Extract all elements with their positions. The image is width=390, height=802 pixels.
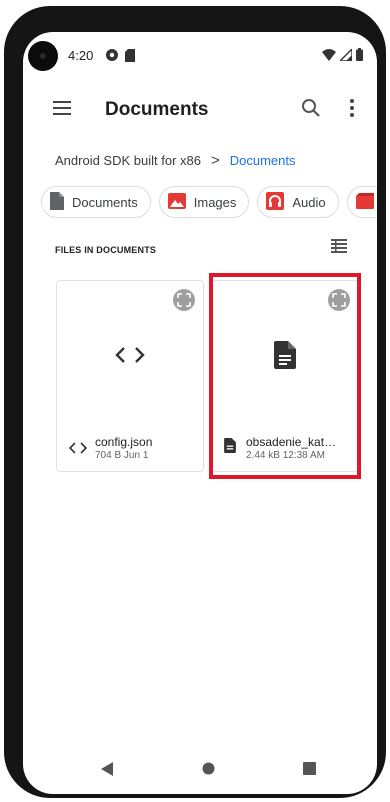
battery-icon (356, 48, 363, 66)
file-date: Jun 1 (123, 450, 149, 461)
file-info: config.json 704 B Jun 1 (68, 435, 153, 461)
screen: 4:20 Documents Android SDK built for x86… (23, 32, 377, 794)
document-icon (50, 191, 72, 213)
text-document-icon (224, 438, 236, 458)
chip-label: Audio (292, 194, 326, 210)
more-vert-icon[interactable] (341, 97, 365, 121)
file-name: config.json (95, 435, 153, 449)
chip-label: Documents (72, 194, 138, 210)
chip-documents[interactable]: Documents (41, 186, 151, 218)
home-icon[interactable] (202, 762, 215, 780)
file-card-config[interactable]: config.json 704 B Jun 1 (56, 280, 204, 472)
page-title: Documents (105, 99, 209, 120)
chip-videos[interactable]: Vi (346, 186, 377, 218)
signal-icon (338, 47, 353, 66)
system-navigation-bar (23, 748, 377, 794)
audio-icon (266, 191, 292, 213)
file-name: obsadenie_kat… (246, 435, 337, 449)
recents-icon[interactable] (303, 762, 316, 780)
search-icon[interactable] (300, 97, 324, 121)
app-bar: Documents (23, 88, 377, 132)
file-card-obsadenie[interactable]: obsadenie_kat… 2.44 kB 12:38 AM (211, 280, 359, 472)
code-icon (68, 441, 88, 459)
device-frame: 4:20 Documents Android SDK built for x86… (4, 6, 386, 798)
status-bar: 4:20 (23, 32, 377, 78)
breadcrumb: Android SDK built for x86 > Documents (55, 150, 295, 170)
status-left-icons (105, 48, 135, 67)
expand-preview-icon[interactable] (328, 289, 350, 311)
file-thumbnail (57, 337, 203, 377)
wifi-icon (322, 48, 336, 66)
list-view-icon[interactable] (331, 239, 351, 257)
text-document-icon (274, 340, 296, 374)
file-info: obsadenie_kat… 2.44 kB 12:38 AM (224, 435, 336, 461)
status-right-icons (322, 47, 363, 66)
chip-images[interactable]: Images (158, 186, 250, 218)
breadcrumb-root[interactable]: Android SDK built for x86 (55, 153, 201, 168)
chip-label: Images (193, 194, 237, 210)
section-header: FILES IN DOCUMENTS (55, 245, 157, 255)
expand-preview-icon[interactable] (173, 289, 195, 311)
file-meta: 704 B Jun 1 (95, 450, 152, 461)
chip-audio[interactable]: Audio (257, 186, 339, 218)
filter-chips: Documents Images Audio Vi (41, 186, 377, 218)
file-date: 12:38 AM (282, 450, 325, 461)
video-icon (355, 192, 377, 212)
file-size: 2.44 kB (246, 450, 280, 461)
code-icon (114, 345, 146, 370)
breadcrumb-separator-icon: > (210, 151, 220, 169)
back-icon[interactable] (101, 762, 113, 781)
image-icon (167, 192, 194, 212)
file-meta: 2.44 kB 12:38 AM (246, 450, 336, 461)
menu-icon[interactable] (53, 100, 75, 120)
sd-card-icon (125, 48, 135, 67)
breadcrumb-current[interactable]: Documents (230, 153, 296, 168)
settings-dot-icon (105, 48, 119, 67)
status-time: 4:20 (68, 48, 94, 63)
file-size: 704 B (95, 450, 122, 461)
file-thumbnail (212, 337, 358, 377)
